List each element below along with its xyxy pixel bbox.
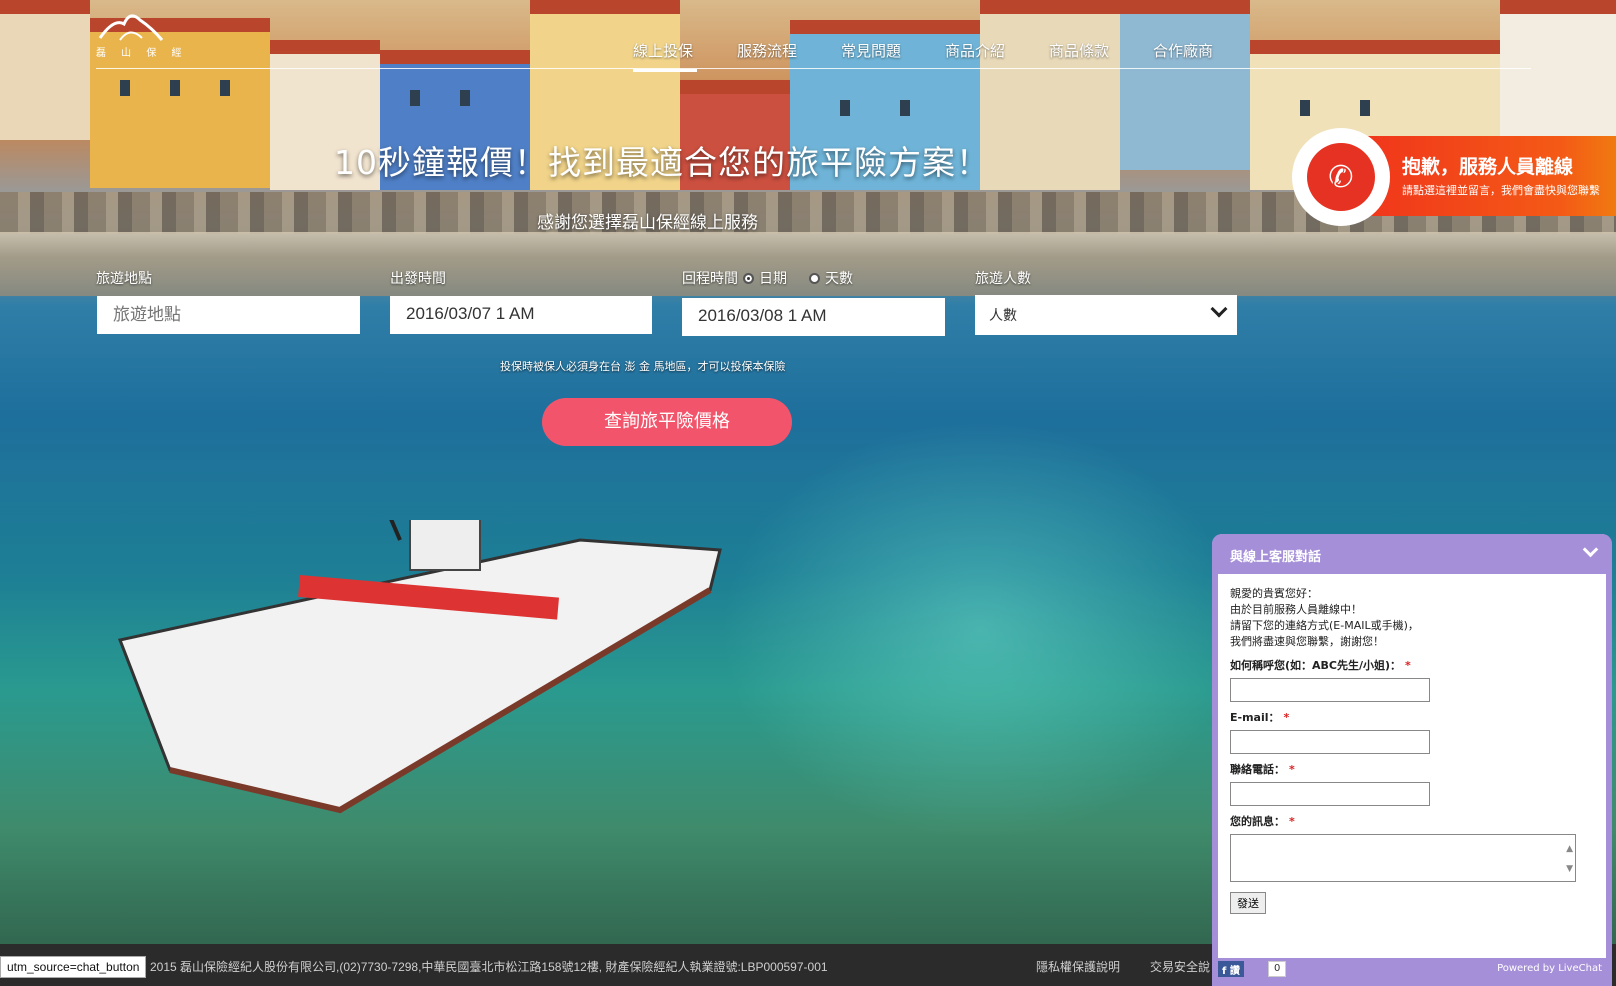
chat-email-label-text: E-mail： <box>1230 711 1280 724</box>
chat-email-label: E-mail： * <box>1230 710 1590 726</box>
return-date-input[interactable]: 2016/03/08 1 AM <box>682 298 945 336</box>
nav-online-insure[interactable]: 線上投保 <box>633 40 697 72</box>
window <box>840 100 850 116</box>
chat-message-textarea[interactable]: ▲ ▼ <box>1230 834 1576 882</box>
required-mark: * <box>1405 659 1411 672</box>
window <box>1360 100 1370 116</box>
facebook-like-button[interactable]: f 讚 <box>1218 961 1244 977</box>
chat-name-label: 如何稱呼您(如：ABC先生/小姐)： * <box>1230 658 1590 674</box>
footer-trade-link[interactable]: 交易安全說 <box>1150 958 1210 975</box>
offline-title: 抱歉，服務人員離線 <box>1402 156 1574 178</box>
chat-phone-label: 聯絡電話： * <box>1230 762 1590 778</box>
chevron-down-icon <box>1210 300 1228 318</box>
scroll-arrows-icon[interactable]: ▲ ▼ <box>1566 839 1573 879</box>
required-mark: * <box>1289 763 1295 776</box>
powered-by-livechat[interactable]: Powered by LiveChat <box>1497 963 1602 974</box>
nav-faq[interactable]: 常見問題 <box>841 40 945 72</box>
window <box>900 100 910 116</box>
chat-intro-line: 請留下您的連絡方式(E-MAIL或手機)， <box>1230 619 1419 632</box>
nav-partners[interactable]: 合作廠商 <box>1153 40 1257 72</box>
people-label: 旅遊人數 <box>975 271 1031 287</box>
chat-email-input[interactable] <box>1230 730 1430 754</box>
offline-badge[interactable]: ✆ 抱歉，服務人員離線 請點選這裡並留言，我們會盡快與您聯繫 <box>1292 128 1616 226</box>
status-bar-url: utm_source=chat_button <box>0 956 147 978</box>
offline-circle: ✆ <box>1292 128 1390 226</box>
window <box>220 80 230 96</box>
chat-message-label: 您的訊息： * <box>1230 814 1590 830</box>
building <box>0 0 90 140</box>
window <box>1300 100 1310 116</box>
offline-desc: 請點選這裡並留言，我們會盡快與您聯繫 <box>1402 184 1600 197</box>
nav-service-flow[interactable]: 服務流程 <box>737 40 841 72</box>
required-mark: * <box>1289 815 1295 828</box>
window <box>410 90 420 106</box>
chat-title: 與線上客服對話 <box>1230 550 1322 565</box>
destination-input[interactable] <box>97 296 360 334</box>
required-mark: * <box>1283 711 1290 724</box>
return-label-group: 回程時間 日期 天數 <box>682 268 853 288</box>
chat-phone-input[interactable] <box>1230 782 1430 806</box>
return-label: 回程時間 <box>682 271 738 287</box>
return-date-option: 日期 <box>759 271 787 287</box>
chat-name-label-text: 如何稱呼您(如：ABC先生/小姐)： <box>1230 659 1402 672</box>
chevron-down-icon[interactable] <box>1582 541 1599 558</box>
window <box>460 90 470 106</box>
destination-label: 旅遊地點 <box>96 271 152 287</box>
chat-send-button[interactable]: 發送 <box>1230 892 1266 914</box>
phone-icon: ✆ <box>1307 143 1375 211</box>
chat-intro: 親愛的貴賓您好： 由於目前服務人員離線中！ 請留下您的連絡方式(E-MAIL或手… <box>1230 586 1590 650</box>
chat-intro-line: 由於目前服務人員離線中！ <box>1230 603 1362 616</box>
building <box>980 0 1120 190</box>
main-nav: 線上投保 服務流程 常見問題 商品介紹 商品條款 合作廠商 <box>633 40 1257 72</box>
chat-body: 親愛的貴賓您好： 由於目前服務人員離線中！ 請留下您的連絡方式(E-MAIL或手… <box>1230 586 1590 914</box>
search-price-button[interactable]: 查詢旅平險價格 <box>542 398 792 446</box>
depart-date-input[interactable]: 2016/03/07 1 AM <box>390 296 652 334</box>
chat-phone-label-text: 聯絡電話： <box>1230 763 1285 776</box>
chat-intro-line: 我們將盡速與您聯繫，謝謝您！ <box>1230 635 1384 648</box>
chat-name-input[interactable] <box>1230 678 1430 702</box>
chat-header[interactable]: 與線上客服對話 <box>1212 534 1612 574</box>
window <box>170 80 180 96</box>
hero-title: 10秒鐘報價！找到最適合您的旅平險方案！ <box>334 143 990 182</box>
chat-widget: 與線上客服對話 親愛的貴賓您好： 由於目前服務人員離線中！ 請留下您的連絡方式(… <box>1212 534 1612 986</box>
return-days-option: 天數 <box>825 271 853 287</box>
hero-subtitle: 感謝您選擇磊山保經線上服務 <box>537 213 758 233</box>
footer-copyright: 2015 磊山保險經紀人股份有限公司,(02)7730-7298,中華民國臺北市… <box>150 960 828 974</box>
people-select[interactable]: 人數 <box>975 295 1237 335</box>
return-days-radio[interactable] <box>809 272 820 284</box>
facebook-like-count: 0 <box>1268 961 1287 977</box>
window <box>120 80 130 96</box>
nav-products[interactable]: 商品介紹 <box>945 40 1049 72</box>
building <box>1120 0 1250 170</box>
logo-text: 磊 山 保 經 <box>96 48 188 59</box>
boat-illustration <box>117 520 722 814</box>
return-date-radio[interactable] <box>743 272 754 284</box>
chat-message-label-text: 您的訊息： <box>1230 815 1285 828</box>
chat-footer: f 讚 0 Powered by LiveChat <box>1212 958 1612 980</box>
sea-glare <box>720 420 1240 840</box>
people-select-value: 人數 <box>989 308 1017 324</box>
facebook-like-label: 讚 <box>1229 966 1240 977</box>
depart-label: 出發時間 <box>390 271 446 287</box>
chat-intro-line: 親愛的貴賓您好： <box>1230 587 1318 600</box>
nav-terms[interactable]: 商品條款 <box>1049 40 1153 72</box>
footer-privacy-link[interactable]: 隱私權保護說明 <box>1036 958 1120 975</box>
insurance-notice: 投保時被保人必須身在台 澎 金 馬地區，才可以投保本保險 <box>500 360 786 373</box>
